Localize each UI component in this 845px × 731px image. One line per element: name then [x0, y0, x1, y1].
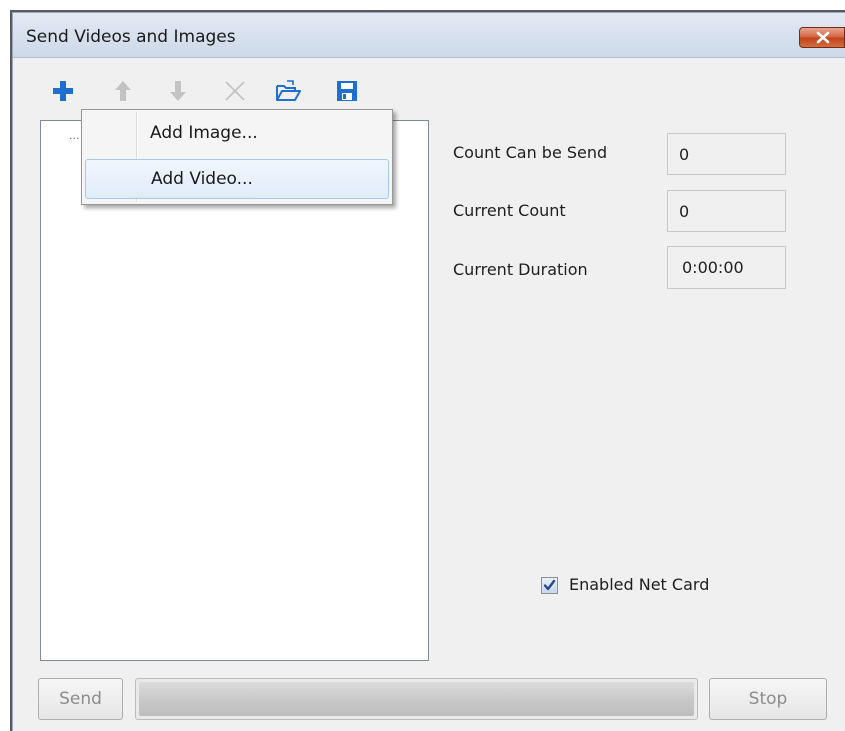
menu-item-label: Add Video... [151, 169, 253, 189]
current-count-label: Current Count [453, 201, 566, 220]
count-can-be-send-value: 0 [679, 145, 690, 164]
delete-icon [225, 81, 245, 101]
open-button[interactable] [275, 79, 301, 103]
menu-item-add-image[interactable]: Add Image... [85, 114, 389, 154]
save-icon [337, 81, 357, 101]
count-can-be-send-label: Count Can be Send [453, 143, 608, 162]
move-down-button[interactable] [166, 79, 190, 103]
menu-item-label: Add Image... [150, 123, 258, 143]
current-duration-value: 0:00:00 [682, 258, 744, 277]
enabled-net-card-label[interactable]: Enabled Net Card [569, 575, 709, 594]
current-count-value: 0 [679, 202, 690, 221]
enabled-net-card-checkbox[interactable] [541, 577, 558, 594]
window-title: Send Videos and Images [26, 27, 236, 47]
save-button[interactable] [335, 79, 359, 103]
close-button[interactable] [799, 27, 845, 48]
stop-button[interactable]: Stop [709, 678, 827, 720]
close-icon [816, 31, 830, 44]
current-count-field: 0 [667, 190, 786, 232]
add-context-menu: Add Image... Add Video... [81, 109, 393, 205]
add-button[interactable] [51, 79, 75, 103]
progress-fill [139, 682, 694, 716]
current-duration-field: 0:00:00 [667, 246, 786, 289]
send-progress-bar [135, 678, 698, 720]
add-icon [53, 81, 73, 101]
open-folder-icon [276, 80, 301, 101]
send-videos-dialog: Send Videos and Images ... Add Image... … [12, 12, 845, 731]
tree-root-item[interactable]: ... [69, 129, 80, 142]
send-button[interactable]: Send [38, 678, 123, 720]
delete-button[interactable] [223, 79, 247, 103]
title-bar[interactable]: Send Videos and Images [13, 13, 845, 58]
checkmark-icon [543, 579, 556, 591]
move-up-icon [115, 81, 131, 101]
menu-item-add-video[interactable]: Add Video... [85, 159, 389, 199]
move-up-button[interactable] [111, 79, 135, 103]
move-down-icon [170, 81, 186, 101]
count-can-be-send-field: 0 [667, 133, 786, 175]
current-duration-label: Current Duration [453, 260, 588, 279]
